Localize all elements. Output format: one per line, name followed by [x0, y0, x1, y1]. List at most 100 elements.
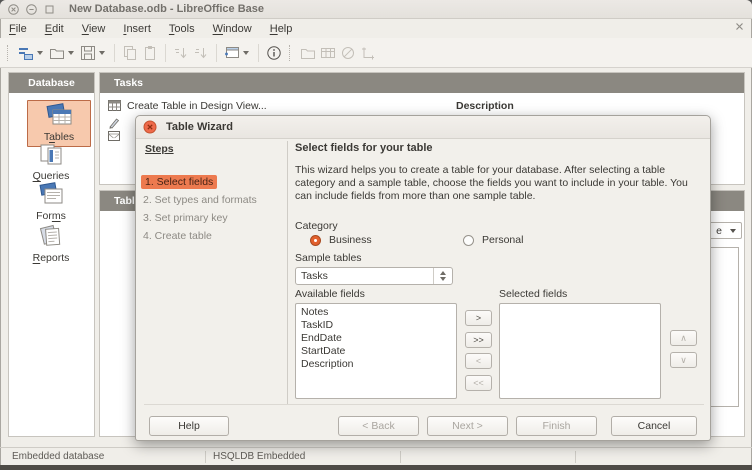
- status-engine: HSQLDB Embedded: [213, 451, 305, 462]
- status-database-type: Embedded database: [12, 451, 104, 462]
- menu-view[interactable]: View: [73, 21, 115, 37]
- list-item[interactable]: Notes: [301, 306, 456, 319]
- view-icon: [108, 131, 120, 142]
- application-window: New Database.odb - LibreOffice Base File…: [0, 0, 752, 470]
- tables-icon: [44, 103, 74, 127]
- list-item[interactable]: TaskID: [301, 319, 456, 332]
- toolbar-separator: [216, 44, 217, 62]
- open-icon[interactable]: [47, 43, 67, 63]
- intro-text: This wizard helps you to create a table …: [295, 164, 701, 203]
- queries-icon: [36, 142, 66, 166]
- step-set-primary-key[interactable]: 3. Set primary key: [143, 212, 228, 224]
- form-dropdown-arrow[interactable]: [243, 51, 249, 55]
- dialog-close-icon[interactable]: [143, 120, 157, 134]
- task-use-wizard[interactable]: [108, 117, 120, 129]
- next-button: Next >: [427, 416, 508, 436]
- move-down-button: ∨: [670, 352, 697, 368]
- window-minimize-icon[interactable]: [26, 4, 37, 15]
- radio-personal[interactable]: Personal: [463, 234, 523, 246]
- open-dropdown-arrow[interactable]: [68, 51, 74, 55]
- window-maximize-icon[interactable]: [44, 4, 55, 15]
- window-close-icon[interactable]: [8, 4, 19, 15]
- sidebar-item-queries[interactable]: Queries: [20, 142, 82, 182]
- radio-business-label: Business: [329, 234, 372, 246]
- steps-separator: [287, 141, 288, 405]
- add-all-fields-button[interactable]: >>: [465, 332, 492, 348]
- task-create-design-view[interactable]: Create Table in Design View...: [108, 100, 267, 112]
- sample-tables-select[interactable]: Tasks: [295, 267, 453, 285]
- list-item[interactable]: StartDate: [301, 345, 456, 358]
- tasks-header: Tasks: [100, 73, 744, 93]
- toolbar-grip[interactable]: [7, 45, 11, 61]
- sidebar-item-reports[interactable]: Reports: [20, 224, 82, 264]
- title-bar: New Database.odb - LibreOffice Base: [0, 0, 752, 19]
- spinner[interactable]: [433, 268, 452, 284]
- task-create-view[interactable]: [108, 131, 120, 142]
- sort-descending-icon: [191, 43, 211, 63]
- back-button: < Back: [338, 416, 419, 436]
- available-fields-label: Available fields: [295, 288, 365, 300]
- status-divider: [575, 451, 576, 463]
- table-design-icon: [108, 100, 121, 112]
- menu-edit[interactable]: Edit: [36, 21, 73, 37]
- finish-button: Finish: [516, 416, 597, 436]
- spin-down-icon: [440, 277, 446, 281]
- page-title: Select fields for your table: [295, 142, 433, 154]
- table-icon: [318, 43, 338, 63]
- toolbar: [0, 38, 752, 68]
- window-title: New Database.odb - LibreOffice Base: [69, 3, 264, 15]
- cancel-button[interactable]: Cancel: [611, 416, 697, 436]
- info-icon[interactable]: [264, 43, 284, 63]
- radio-business-icon[interactable]: [310, 235, 321, 246]
- toolbar-separator: [114, 44, 115, 62]
- radio-personal-icon[interactable]: [463, 235, 474, 246]
- selected-fields-label: Selected fields: [499, 288, 567, 300]
- toolbar-separator: [258, 44, 259, 62]
- menu-insert[interactable]: Insert: [114, 21, 160, 37]
- task-label: Create Table in Design View...: [127, 100, 267, 112]
- menu-tools[interactable]: Tools: [160, 21, 204, 37]
- step-select-fields[interactable]: 1. Select fields: [141, 175, 217, 189]
- list-item[interactable]: Description: [301, 358, 456, 371]
- window-bottom-edge: [0, 465, 752, 470]
- menu-file[interactable]: File: [0, 21, 36, 37]
- step-set-types[interactable]: 2. Set types and formats: [143, 194, 257, 206]
- paste-icon: [140, 43, 160, 63]
- radio-business[interactable]: Business: [310, 234, 372, 246]
- status-bar: Embedded database HSQLDB Embedded: [0, 447, 752, 466]
- selected-fields-list[interactable]: [499, 303, 661, 399]
- menu-window[interactable]: Window: [204, 21, 261, 37]
- save-icon[interactable]: [78, 43, 98, 63]
- sample-tables-value: Tasks: [296, 270, 433, 282]
- available-fields-list[interactable]: Notes TaskID EndDate StartDate Descripti…: [295, 303, 457, 399]
- toolbar-grip[interactable]: [289, 45, 293, 61]
- sidebar-item-forms[interactable]: Forms: [20, 182, 82, 222]
- relationships-icon: [358, 43, 378, 63]
- save-dropdown-arrow[interactable]: [99, 51, 105, 55]
- radio-personal-label: Personal: [482, 234, 523, 246]
- new-dropdown-arrow[interactable]: [37, 51, 43, 55]
- form-wizard-icon[interactable]: [222, 43, 242, 63]
- toolbar-separator: [165, 44, 166, 62]
- remove-field-button: <: [465, 353, 492, 369]
- add-field-button[interactable]: >: [465, 310, 492, 326]
- sidebar-item-tables[interactable]: Tables: [27, 100, 91, 147]
- sidebar-header: Database: [9, 73, 94, 93]
- description-column-header: Description: [456, 100, 514, 112]
- step-create-table[interactable]: 4. Create table: [143, 230, 212, 242]
- forms-icon: [36, 182, 66, 206]
- none-object-icon: [338, 43, 358, 63]
- sort-ascending-icon: [171, 43, 191, 63]
- move-up-button: ∧: [670, 330, 697, 346]
- list-item[interactable]: EndDate: [301, 332, 456, 345]
- chevron-down-icon: [730, 229, 736, 233]
- remove-all-fields-button: <<: [465, 375, 492, 391]
- category-label: Category: [295, 220, 338, 232]
- document-close-icon[interactable]: [735, 22, 744, 34]
- help-button[interactable]: Help: [149, 416, 229, 436]
- dialog-title: Table Wizard: [166, 121, 233, 133]
- buttons-separator: [144, 404, 704, 405]
- folder-icon: [298, 43, 318, 63]
- new-database-icon[interactable]: [16, 43, 36, 63]
- menu-help[interactable]: Help: [261, 21, 302, 37]
